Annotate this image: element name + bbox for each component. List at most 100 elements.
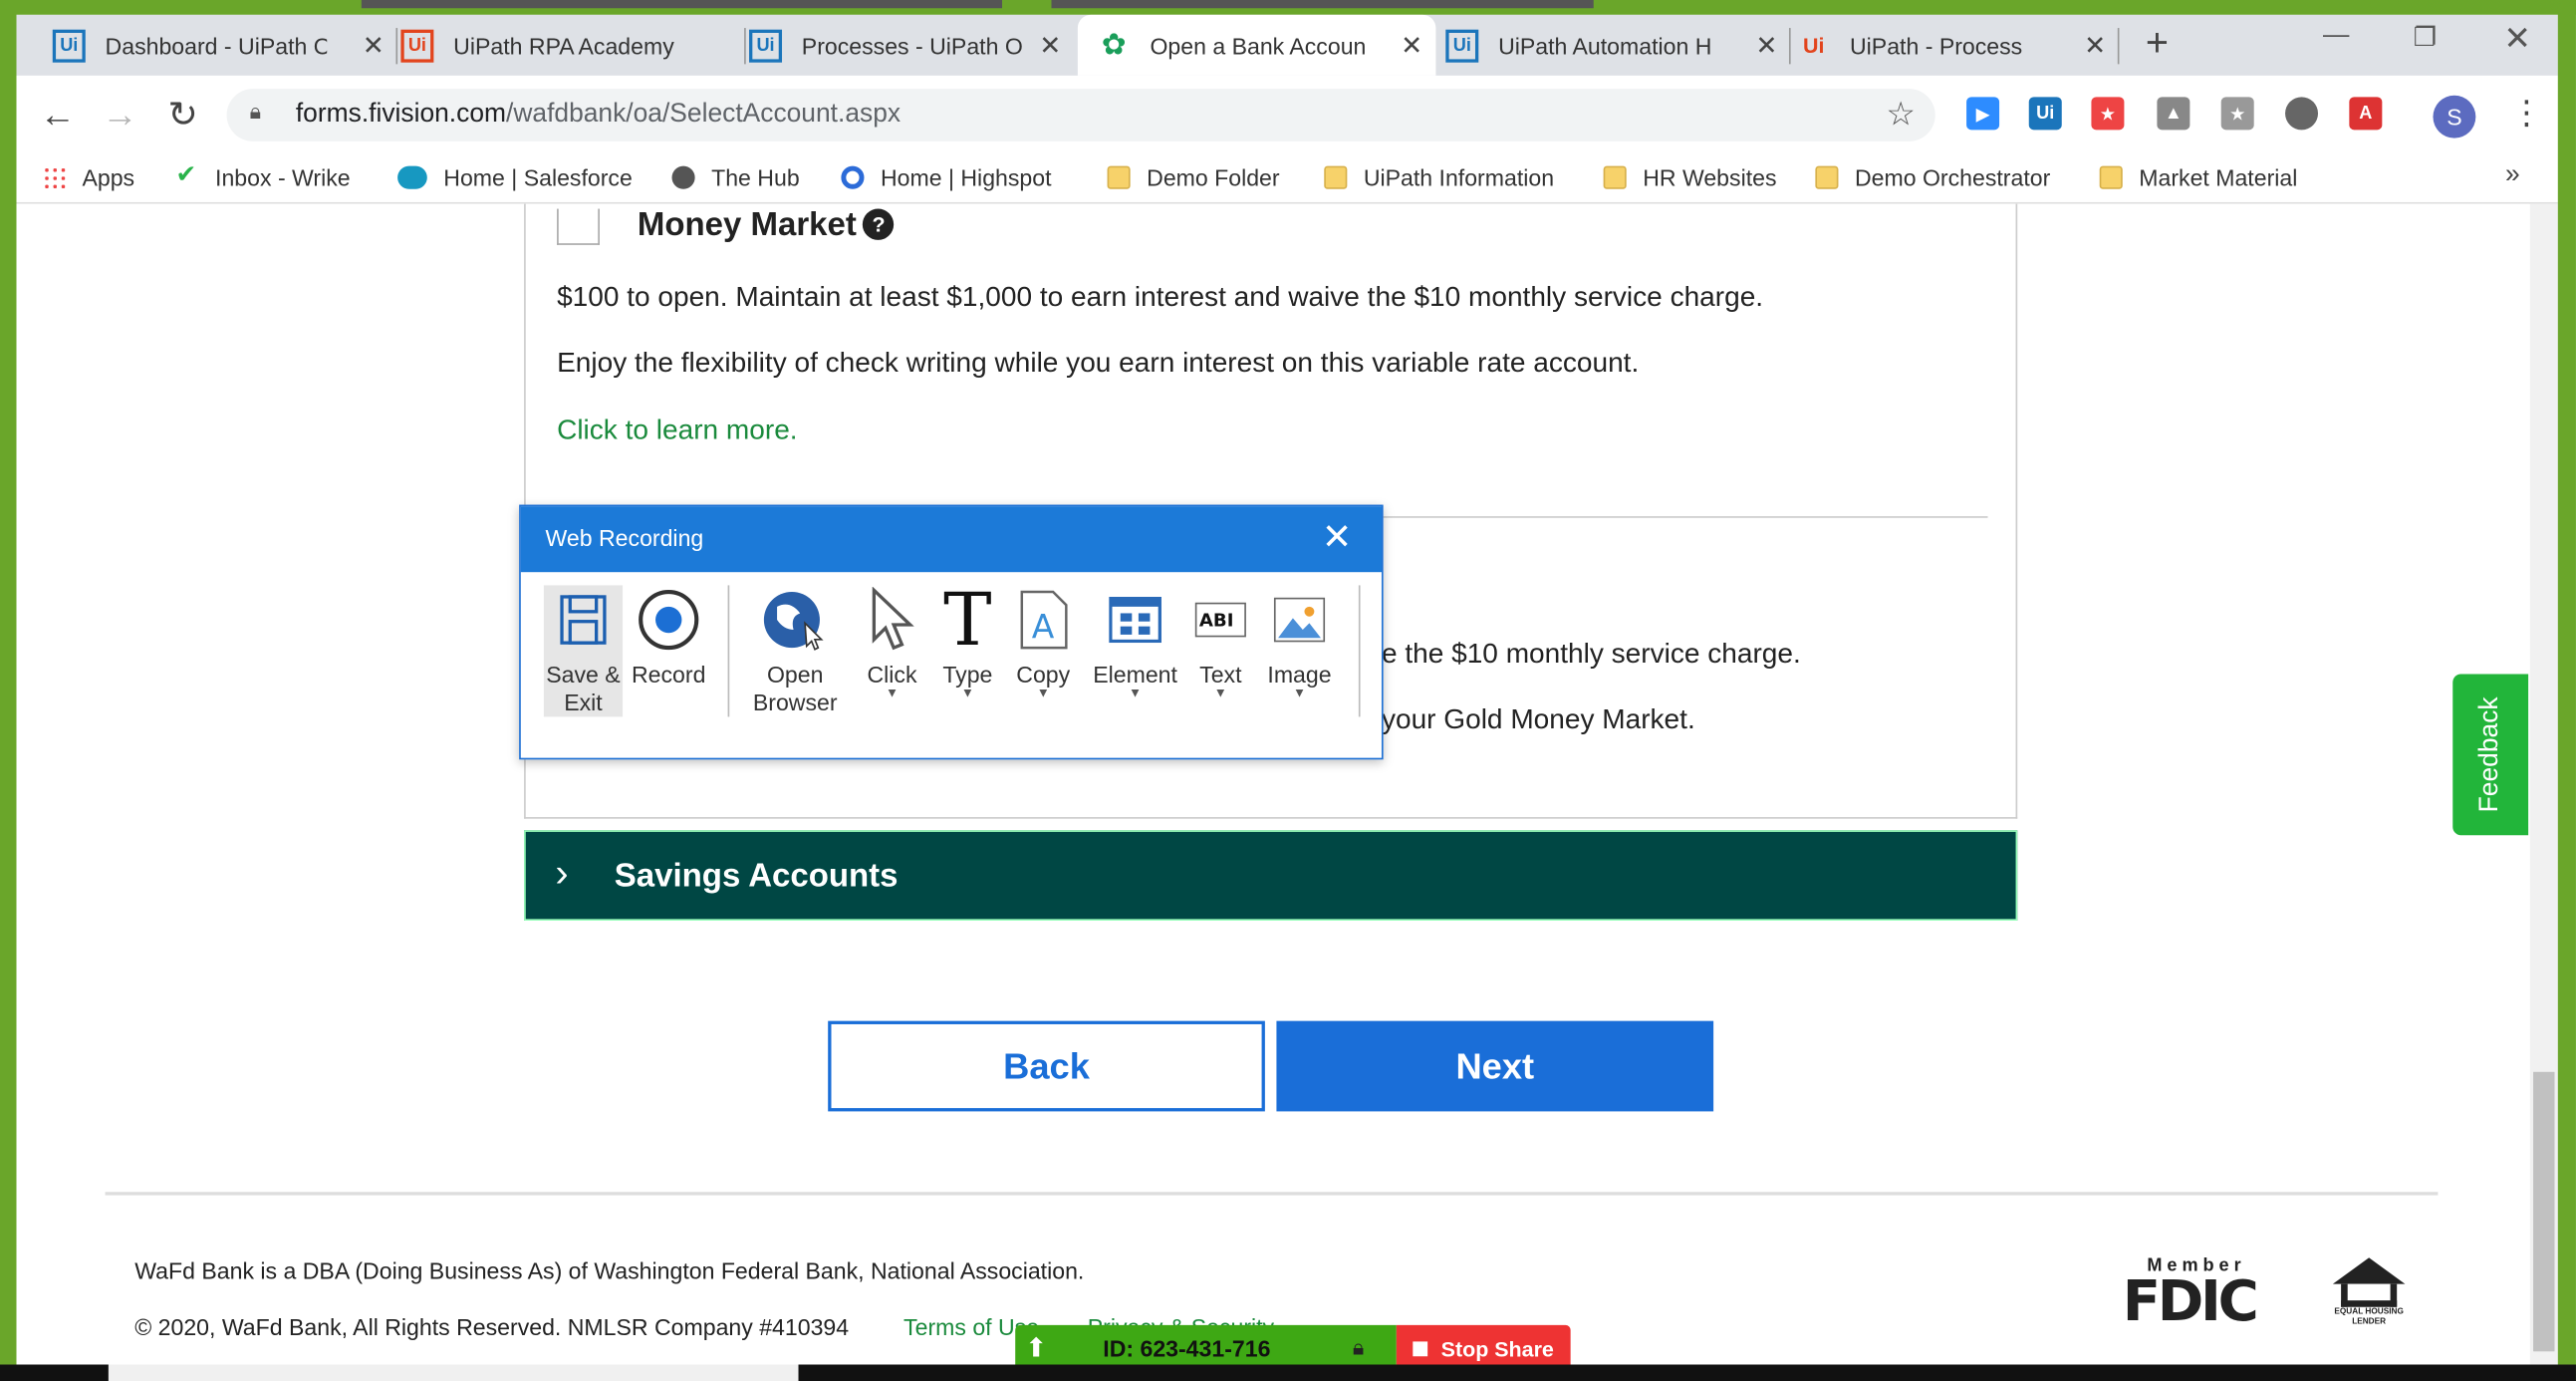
next-button[interactable]: Next — [1276, 1020, 1714, 1112]
bookmark-market-material[interactable]: Market Material — [2099, 164, 2298, 191]
window-close-icon[interactable]: ✕ — [2503, 18, 2531, 59]
back-arrow-icon[interactable]: ← — [40, 94, 76, 137]
bookmark-star-icon[interactable]: ☆ — [1886, 94, 1916, 135]
tab-processes[interactable]: Ui Processes - UiPath O ✕ — [749, 15, 1075, 76]
folder-icon — [1603, 165, 1627, 189]
share-arrow-icon: ⬆ — [1025, 1334, 1048, 1363]
bookmark-demo-orchestrator[interactable]: Demo Orchestrator — [1815, 164, 2050, 190]
lock-icon: 🔒︎ — [249, 99, 262, 124]
menu-kebab-icon[interactable]: ⋮ — [2510, 92, 2543, 133]
button-label: Text — [1199, 661, 1242, 688]
learn-more-link[interactable]: Click to learn more. — [557, 414, 798, 447]
image-button[interactable]: Image ▼ — [1260, 585, 1339, 700]
close-icon[interactable]: ✕ — [2084, 29, 2106, 62]
bookmark-label: Market Material — [2139, 164, 2298, 191]
uipath-extension-icon[interactable]: Ui — [2028, 97, 2062, 131]
account-description-partial-1: e the $10 monthly service charge. — [1381, 638, 1801, 670]
url-path: /wafdbank/oa/SelectAccount.aspx — [506, 100, 902, 129]
savings-accounts-accordion[interactable]: › Savings Accounts — [524, 830, 2018, 921]
type-button[interactable]: T Type ▼ — [934, 577, 1000, 700]
extension-icon[interactable]: ★ — [2091, 97, 2125, 131]
click-button[interactable]: Click ▼ — [856, 585, 928, 700]
cursor-icon — [856, 585, 928, 654]
close-icon[interactable]: ✕ — [1401, 29, 1422, 62]
taskbar-strip — [0, 1364, 2576, 1381]
uipath-icon: Ui — [749, 28, 783, 62]
tab-rpa-academy[interactable]: Ui UiPath RPA Academy — [400, 15, 746, 76]
uipath-icon: Ui — [52, 28, 86, 62]
screen-share-frame-left — [0, 0, 17, 1381]
tab-dashboard[interactable]: Ui Dashboard - UiPath O ✕ — [52, 15, 398, 76]
open-browser-icon — [741, 585, 850, 654]
close-icon[interactable]: ✕ — [1322, 516, 1352, 559]
close-icon[interactable]: ✕ — [1039, 29, 1061, 62]
circle-extension-icon[interactable] — [2285, 97, 2319, 131]
avatar[interactable]: S — [2433, 95, 2476, 138]
copy-button[interactable]: A Copy ▼ — [1007, 585, 1080, 700]
uipath-icon: Ui — [400, 28, 434, 62]
url-host: forms.fivision.com — [295, 100, 507, 129]
bookmark-highspot[interactable]: Home | Highspot — [841, 164, 1052, 190]
page-content: Money Market? $100 to open. Maintain at … — [16, 203, 2558, 1381]
equal-housing-lender-logo: EQUAL HOUSING LENDER — [2332, 1257, 2406, 1336]
tab-uipath-process[interactable]: Ui UiPath - Process ✕ — [1797, 15, 2120, 76]
account-description-1: $100 to open. Maintain at least $1,000 t… — [557, 281, 1764, 313]
bookmark-label: HR Websites — [1643, 164, 1777, 191]
close-icon[interactable]: ✕ — [1755, 29, 1777, 62]
new-tab-icon[interactable]: + — [2146, 21, 2169, 67]
pdf-icon[interactable]: A — [2349, 97, 2383, 131]
footer-divider — [105, 1192, 2439, 1196]
record-icon — [630, 585, 708, 654]
save-exit-button[interactable]: Save & Exit — [543, 585, 624, 717]
button-label: Copy — [1016, 661, 1071, 688]
wrike-check-icon: ✔ — [175, 160, 197, 189]
bookmark-hr-websites[interactable]: HR Websites — [1603, 164, 1777, 191]
address-bar[interactable]: 🔒︎ forms.fivision.com/wafdbank/oa/Select… — [226, 89, 1935, 141]
record-button[interactable]: Record — [630, 585, 708, 688]
reload-icon[interactable]: ↻ — [167, 94, 197, 137]
back-button[interactable]: Back — [828, 1020, 1265, 1112]
folder-icon — [2099, 165, 2123, 189]
account-description-partial-2: your Gold Money Market. — [1381, 703, 1695, 735]
tab-open-bank-account[interactable]: ✿ Open a Bank Accoun ✕ — [1077, 14, 1436, 76]
account-title: Money Market? — [638, 207, 895, 245]
bookmark-apps[interactable]: Apps — [42, 164, 134, 190]
text-button[interactable]: ABI Text ▼ — [1191, 585, 1250, 700]
stop-share-label: Stop Share — [1440, 1335, 1554, 1361]
tab-automation-hub[interactable]: Ui UiPath Automation H ✕ — [1445, 15, 1791, 76]
money-market-checkbox[interactable] — [557, 208, 600, 245]
type-icon: T — [943, 577, 992, 663]
element-button[interactable]: Element ▼ — [1086, 585, 1184, 700]
close-icon[interactable]: ✕ — [363, 29, 385, 62]
zoom-icon[interactable]: ▶ — [1966, 97, 2000, 131]
open-browser-button[interactable]: Open Browser — [741, 585, 850, 716]
bookmark-wrike[interactable]: ✔ Inbox - Wrike — [175, 160, 350, 190]
chevron-double-right-icon[interactable]: » — [2505, 161, 2520, 191]
button-label: Open Browser — [752, 661, 838, 715]
text-icon: ABI — [1191, 585, 1250, 654]
bookmark-demo-folder[interactable]: Demo Folder — [1107, 164, 1280, 190]
bookmarks-bar: Apps ✔ Inbox - Wrike Home | Salesforce T… — [16, 154, 2558, 204]
help-icon[interactable]: ? — [863, 208, 895, 240]
bookmark-the-hub[interactable]: The Hub — [671, 164, 800, 190]
page-scrollbar[interactable] — [2529, 203, 2558, 1381]
account-description-2: Enjoy the flexibility of check writing w… — [557, 347, 1640, 379]
bookmark-uipath-information[interactable]: UiPath Information — [1324, 164, 1554, 190]
tab-label: UiPath RPA Academy — [453, 32, 674, 59]
tab-label: Processes - UiPath O — [801, 32, 1023, 59]
minimize-icon[interactable]: — — [2323, 21, 2349, 51]
button-label: Save & Exit — [546, 661, 621, 715]
button-label: Record — [631, 661, 706, 688]
wafd-icon: ✿ — [1101, 28, 1127, 62]
stop-icon — [1413, 1340, 1428, 1356]
drive-icon[interactable]: ▲ — [2157, 97, 2190, 131]
scrollbar-thumb[interactable] — [2533, 1071, 2555, 1352]
forward-arrow-icon[interactable]: → — [102, 94, 137, 137]
restore-icon[interactable]: ❐ — [2414, 21, 2438, 54]
highspot-icon — [841, 165, 865, 189]
bookmark-salesforce[interactable]: Home | Salesforce — [397, 164, 633, 190]
feedback-tab[interactable]: Feedback — [2452, 674, 2529, 836]
bookmark-extension-icon[interactable]: ★ — [2220, 97, 2254, 131]
copy-icon: A — [1007, 585, 1080, 654]
bookmark-label: Home | Salesforce — [443, 164, 633, 191]
